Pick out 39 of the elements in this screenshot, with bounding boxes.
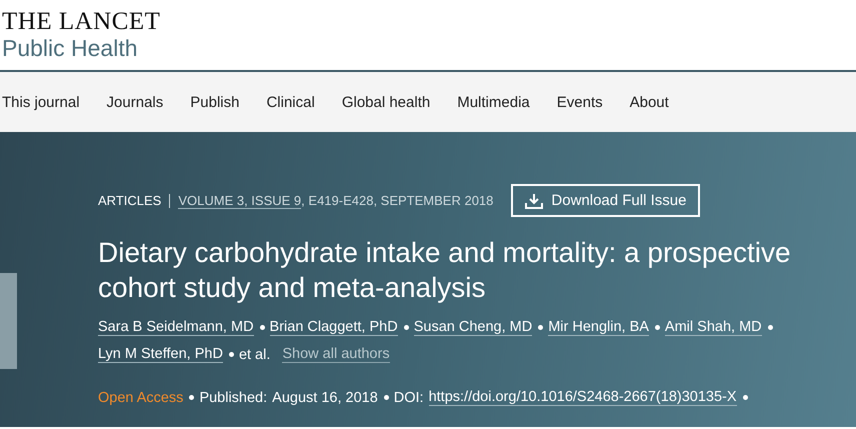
issue-link[interactable]: VOLUME 3, ISSUE 9	[178, 193, 302, 209]
nav-link[interactable]: Journals	[106, 94, 164, 110]
published-label: Published:	[199, 390, 268, 406]
bullet-dot	[228, 352, 234, 357]
author-link[interactable]: Susan Cheng, MD	[414, 319, 532, 336]
nav-link[interactable]: Events	[556, 94, 603, 110]
download-button[interactable]: Download Full Issue	[511, 184, 700, 217]
nav-link[interactable]: This journal	[2, 94, 80, 110]
journal-logo-subtitle[interactable]: Public Health	[2, 35, 138, 61]
bullet-dot	[384, 395, 389, 400]
author-link[interactable]: Brian Claggett, PhD	[270, 319, 398, 336]
nav-link[interactable]: Clinical	[266, 94, 315, 110]
bullet-dot	[654, 325, 660, 330]
bullet-dot	[742, 395, 748, 400]
author-link[interactable]: Mir Henglin, BA	[548, 319, 649, 336]
author-link[interactable]: Lyn M Steffen, PhD	[98, 346, 223, 363]
download-icon	[525, 192, 544, 208]
doi-label: DOI:	[394, 390, 424, 406]
nav-link[interactable]: About	[630, 94, 669, 110]
bullet-dot	[404, 325, 409, 330]
article-type: ARTICLES	[98, 193, 162, 208]
published-date: August 16, 2018	[272, 390, 378, 406]
author-link[interactable]: Amil Shah, MD	[664, 319, 762, 336]
et-al-text: et al.	[238, 346, 270, 362]
author-link[interactable]: Sara B Seidelmann, MD	[98, 319, 254, 336]
side-tab[interactable]	[0, 273, 17, 369]
issue-pages-date: , E419-E428, SEPTEMBER 2018	[301, 193, 494, 208]
bullet-dot	[768, 325, 773, 330]
nav-link[interactable]: Global health	[342, 94, 430, 110]
journal-logo-title[interactable]: THE LANCET	[2, 9, 160, 35]
article-title: Dietary carbohydrate intake and mortality: a prospective cohort study and meta-analysis	[98, 236, 792, 305]
bullet-dot	[189, 395, 194, 400]
nav-link[interactable]: Multimedia	[457, 94, 530, 110]
nav-link[interactable]: Publish	[190, 94, 240, 110]
bullet-dot	[538, 325, 544, 330]
bullet-dot	[260, 325, 265, 330]
doi-link[interactable]: https://doi.org/10.1016/S2468-2667(18)30135-X	[428, 389, 737, 406]
show-authors-link[interactable]: Show all authors	[282, 346, 390, 363]
open-access-label: Open Access	[98, 390, 184, 406]
